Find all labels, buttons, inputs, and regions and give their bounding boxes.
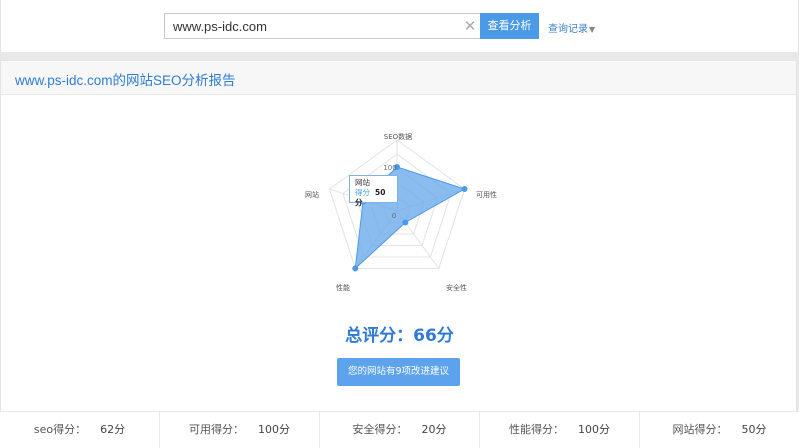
stat-value: 50分 [741,423,767,436]
total-score: 总评分：66分 [345,326,454,346]
stat-value: 20分 [421,423,447,436]
stat-value: 100分 [258,423,290,436]
stat-label: 可用得分： [189,423,244,436]
stat-usability: 可用得分： 100分 [160,412,320,448]
chart-tooltip: 网站 得分 50分 [349,175,398,207]
axis-label: 网站 [305,190,319,199]
tooltip-series: 得分 [355,188,370,197]
stat-performance: 性能得分： 100分 [480,412,640,448]
stat-value: 62分 [100,423,126,436]
suggestions-button[interactable]: 您的网站有9项改进建议 [337,358,460,386]
stat-label: 网站得分： [672,423,728,436]
stat-label: 性能得分： [509,423,564,436]
tooltip-category: 网站 [355,178,370,187]
radar-point-2[interactable] [402,219,409,226]
stat-label: seo得分： [33,423,87,436]
score-summary-row: seo得分： 62分 可用得分： 100分 安全得分： 20分 性能得分： 100分 网… [0,411,799,448]
stat-seo: seo得分： 62分 [0,412,160,448]
stat-value: 100分 [578,423,610,436]
radar-point-3[interactable] [352,265,359,272]
stat-label: 安全得分： [352,423,408,436]
axis-label: 可用性 [476,190,497,199]
stat-security: 安全得分： 20分 [320,412,480,448]
axis-label: SEO数据 [384,132,412,141]
axis-label: 性能 [336,283,350,292]
tick-label: 0 [392,212,396,220]
radar-point-1[interactable] [461,186,468,193]
axis-label: 安全性 [446,283,467,292]
stat-website: 网站得分： 50分 [640,412,799,448]
tick-label: 100 [383,164,396,172]
